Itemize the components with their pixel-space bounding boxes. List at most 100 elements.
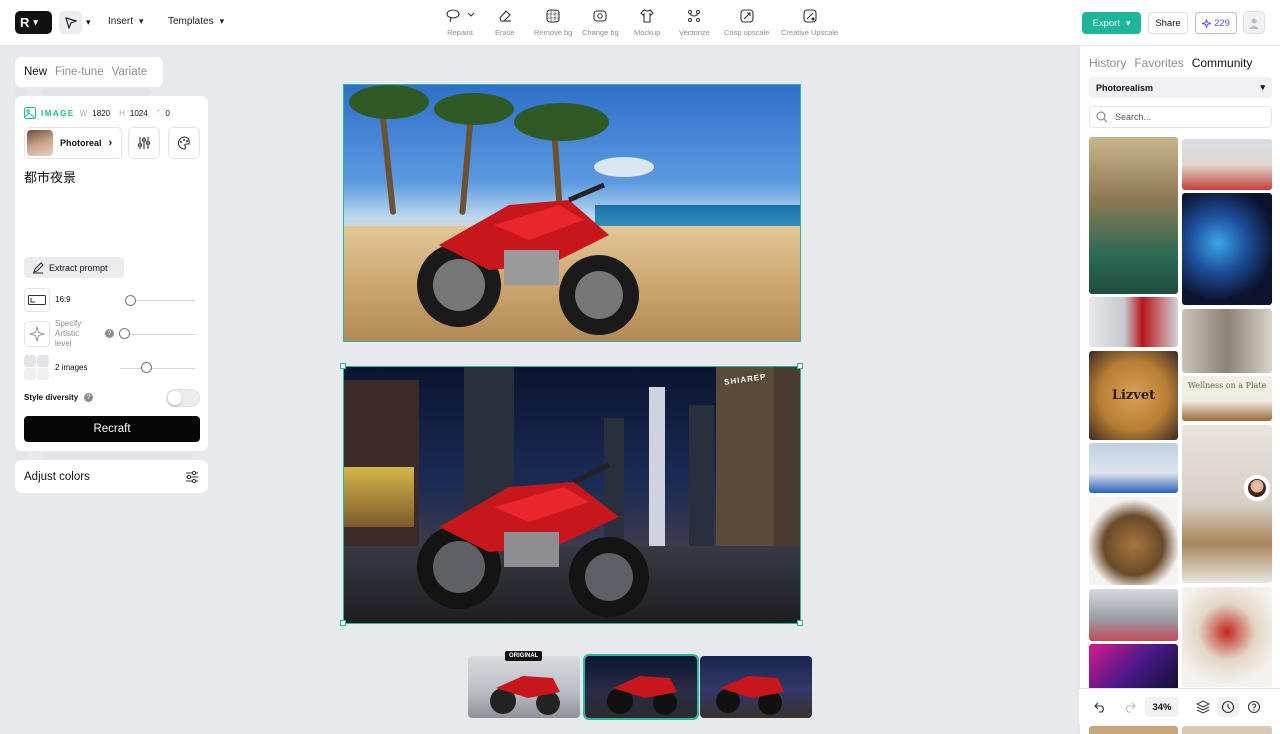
- settings-sliders-button[interactable]: [128, 127, 160, 159]
- zoom-level[interactable]: 34%: [1145, 697, 1179, 717]
- resize-handle[interactable]: [340, 620, 346, 626]
- gallery-image[interactable]: [1089, 497, 1178, 585]
- aspect-ratio-button[interactable]: [24, 288, 50, 312]
- insert-menu[interactable]: Insert ▾: [108, 16, 144, 27]
- thumbnail-original[interactable]: [468, 656, 580, 718]
- chevron-right-icon: ›: [108, 137, 113, 149]
- chevron-down-icon: ▾: [1125, 17, 1131, 28]
- vectorize-tool[interactable]: Vectorize: [679, 9, 710, 37]
- resize-handle[interactable]: [797, 363, 803, 369]
- category-filter-select[interactable]: Photorealism ▾: [1089, 77, 1272, 98]
- motorcycle: [417, 462, 649, 617]
- gallery-image[interactable]: [1089, 297, 1178, 347]
- aspect-ratio-label: 16:9: [55, 295, 71, 304]
- change-bg-tool[interactable]: Change bg: [582, 9, 619, 37]
- aspect-ratio-slider-knob[interactable]: [125, 295, 136, 306]
- templates-menu[interactable]: Templates ▾: [168, 16, 224, 27]
- credits-button[interactable]: 229: [1195, 12, 1237, 34]
- image-icon: [24, 107, 36, 119]
- artistic-level-slider-knob[interactable]: [119, 328, 130, 339]
- generated-image[interactable]: SHIAREP: [343, 366, 801, 624]
- original-tag: ORIGINAL: [505, 651, 543, 661]
- layers-button[interactable]: [1193, 697, 1213, 717]
- remove-bg-icon: [546, 9, 560, 23]
- undo-button[interactable]: [1090, 697, 1110, 717]
- help-button[interactable]: [1244, 697, 1264, 717]
- height-field[interactable]: 1024: [130, 109, 148, 118]
- motorcycle: [417, 182, 639, 335]
- prompt-input[interactable]: 都市夜景: [24, 167, 76, 186]
- gallery-image[interactable]: [1182, 139, 1272, 190]
- adjust-colors-button[interactable]: Adjust colors: [15, 460, 208, 493]
- history-button[interactable]: [1217, 697, 1239, 717]
- share-button[interactable]: Share: [1148, 12, 1188, 34]
- chevron-down-icon: ▾: [33, 17, 38, 27]
- gallery-image[interactable]: [1182, 587, 1272, 687]
- tab-new[interactable]: New: [24, 66, 47, 78]
- rotation-field[interactable]: 0: [165, 109, 169, 118]
- search-input[interactable]: Search...: [1089, 106, 1272, 128]
- sliders-icon: [138, 137, 150, 149]
- select-tool-button[interactable]: ▾: [59, 11, 97, 34]
- creative-upscale-tool[interactable]: Creative Upscale: [781, 9, 838, 37]
- image-count-slider[interactable]: [120, 368, 195, 369]
- erase-tool[interactable]: Erase: [495, 9, 515, 37]
- gallery-image[interactable]: [1089, 137, 1178, 294]
- export-button[interactable]: Export ▾: [1082, 12, 1141, 34]
- chat-avatar-button[interactable]: [1243, 474, 1271, 502]
- tab-favorites[interactable]: Favorites: [1134, 56, 1183, 70]
- crisp-upscale-tool[interactable]: Crisp upscale: [724, 9, 769, 37]
- palette-icon: [177, 136, 190, 150]
- style-diversity-toggle[interactable]: [166, 389, 200, 407]
- gallery-image[interactable]: [1089, 644, 1178, 694]
- redo-icon: [1125, 702, 1136, 713]
- tab-variate[interactable]: Variate: [112, 66, 148, 78]
- tab-history[interactable]: History: [1089, 56, 1126, 70]
- gallery-image[interactable]: [1182, 193, 1272, 305]
- redo-button[interactable]: [1119, 697, 1139, 717]
- image-count-label: 2 images: [55, 363, 88, 372]
- chevron-down-icon: ▾: [1260, 82, 1265, 92]
- tab-fine-tune[interactable]: Fine-tune: [55, 66, 104, 78]
- tab-community[interactable]: Community: [1192, 56, 1253, 70]
- gallery-image[interactable]: [1089, 726, 1178, 734]
- resize-handle[interactable]: [340, 363, 346, 369]
- width-field[interactable]: 1820: [92, 109, 110, 118]
- gallery-image[interactable]: [1089, 589, 1178, 641]
- bottom-toolbar: 34%: [1079, 688, 1280, 724]
- mockup-tool[interactable]: Mockup: [634, 9, 660, 37]
- style-thumbnail: [27, 130, 53, 156]
- remove-bg-tool[interactable]: Remove bg: [534, 9, 572, 37]
- recraft-button[interactable]: Recraft: [24, 416, 200, 442]
- artistic-level-button[interactable]: [24, 321, 50, 347]
- help-icon[interactable]: ?: [105, 329, 114, 338]
- history-icon: [1221, 700, 1235, 714]
- resize-handle[interactable]: [797, 620, 803, 626]
- vectorize-icon: [688, 10, 701, 22]
- logo-icon: R: [20, 15, 30, 30]
- thumbnail-variant-1[interactable]: [583, 654, 699, 720]
- thumbnail-variant-2[interactable]: [700, 656, 812, 718]
- aspect-ratio-slider[interactable]: [127, 300, 195, 301]
- app-logo-menu[interactable]: R ▾: [15, 11, 52, 34]
- image-count-slider-knob[interactable]: [141, 362, 152, 373]
- repaint-tool[interactable]: Repaint: [445, 9, 475, 37]
- artistic-level-slider[interactable]: [121, 334, 195, 335]
- undo-icon: [1093, 702, 1104, 713]
- gallery-image[interactable]: [1182, 309, 1272, 373]
- gallery-image[interactable]: Wellness on a Plate: [1182, 376, 1272, 421]
- gallery-image[interactable]: [1182, 726, 1272, 734]
- layers-icon: [1196, 700, 1210, 714]
- lasso-icon: [446, 9, 475, 23]
- original-image[interactable]: [343, 84, 801, 342]
- user-avatar-button[interactable]: [1243, 11, 1265, 34]
- gallery-image[interactable]: [1182, 425, 1272, 583]
- extract-prompt-button[interactable]: Extract prompt: [24, 257, 124, 278]
- help-icon[interactable]: ?: [84, 393, 93, 402]
- gallery-image[interactable]: [1089, 443, 1178, 493]
- style-selector-button[interactable]: Photoreal ›: [24, 127, 122, 159]
- gallery-image[interactable]: Lizvet: [1089, 351, 1178, 440]
- tshirt-icon: [640, 9, 654, 23]
- color-palette-button[interactable]: [168, 127, 200, 159]
- creative-upscale-icon: [802, 9, 817, 23]
